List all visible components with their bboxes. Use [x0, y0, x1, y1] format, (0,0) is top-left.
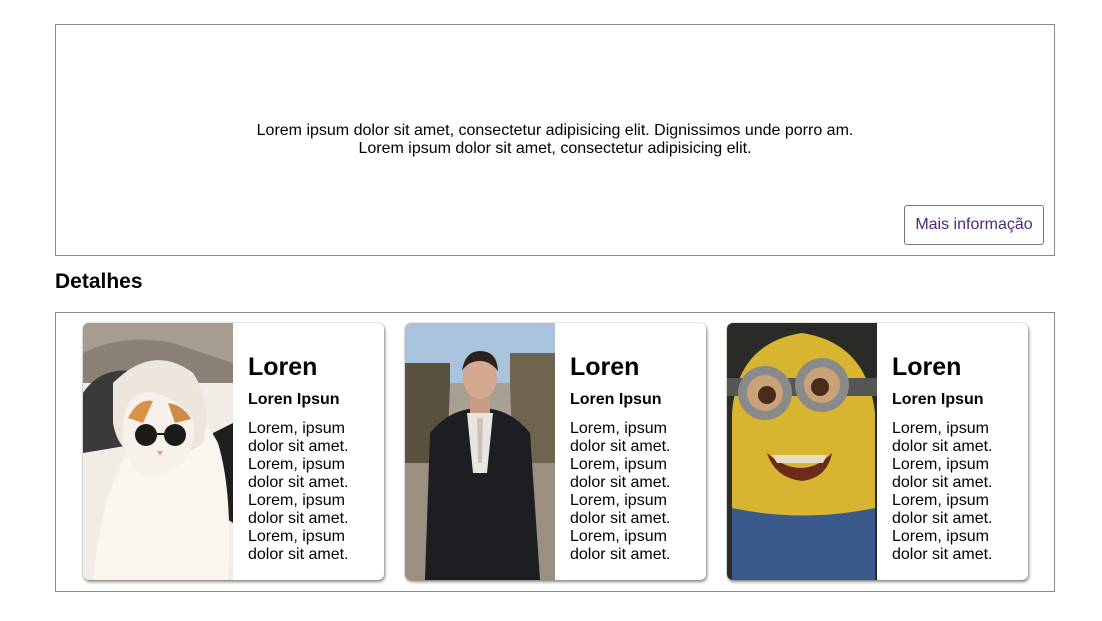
- minion-statue-image: [727, 323, 877, 580]
- card: Loren Loren Ipsun Lorem, ipsum dolor sit…: [83, 323, 384, 580]
- card-title: Loren: [892, 353, 962, 381]
- cat-with-sunglasses-image: [83, 323, 233, 580]
- card-title: Loren: [570, 353, 640, 381]
- card-subtitle: Loren Ipsun: [248, 391, 340, 408]
- card-title: Loren: [248, 353, 318, 381]
- card-body: Loren Loren Ipsun Lorem, ipsum dolor sit…: [248, 353, 378, 564]
- card-text: Lorem, ipsum dolor sit amet. Lorem, ipsu…: [892, 420, 993, 563]
- more-info-button[interactable]: Mais informação: [904, 205, 1044, 245]
- hero-text-line-2: Lorem ipsum dolor sit amet, consectetur …: [358, 140, 752, 157]
- card: Loren Loren Ipsun Lorem, ipsum dolor sit…: [405, 323, 706, 580]
- section-title: Detalhes: [55, 270, 143, 293]
- man-in-suit-image: [405, 323, 555, 580]
- card-body: Loren Loren Ipsun Lorem, ipsum dolor sit…: [570, 353, 700, 564]
- cards-container: Loren Loren Ipsun Lorem, ipsum dolor sit…: [55, 312, 1055, 592]
- card-subtitle: Loren Ipsun: [570, 391, 662, 408]
- card-text: Lorem, ipsum dolor sit amet. Lorem, ipsu…: [248, 420, 349, 563]
- card-text: Lorem, ipsum dolor sit amet. Lorem, ipsu…: [570, 420, 671, 563]
- hero-text-line-1: Lorem ipsum dolor sit amet, consectetur …: [256, 122, 854, 139]
- card-body: Loren Loren Ipsun Lorem, ipsum dolor sit…: [892, 353, 1022, 564]
- card-subtitle: Loren Ipsun: [892, 391, 984, 408]
- card: Loren Loren Ipsun Lorem, ipsum dolor sit…: [727, 323, 1028, 580]
- hero-text: Lorem ipsum dolor sit amet, consectetur …: [56, 122, 1054, 158]
- hero-banner: Lorem ipsum dolor sit amet, consectetur …: [55, 24, 1055, 256]
